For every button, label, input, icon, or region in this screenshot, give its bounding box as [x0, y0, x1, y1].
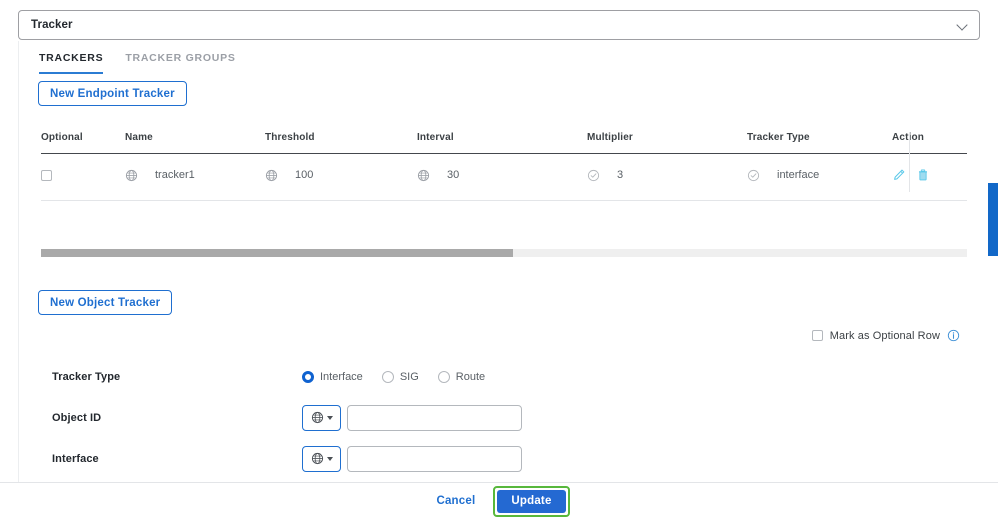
tab-trackers[interactable]: TRACKERS	[39, 52, 104, 74]
radio-route-label: Route	[455, 370, 486, 383]
update-button[interactable]: Update	[497, 489, 566, 513]
chevron-down-icon	[957, 19, 969, 31]
form-row-object-id: Object ID	[19, 397, 980, 438]
tracker-type-label: Tracker Type	[52, 370, 121, 383]
globe-icon	[311, 411, 324, 424]
endpoint-tracker-table: Optional Name Threshold Interval Multipl…	[41, 132, 967, 201]
column-header-name[interactable]: Name	[125, 132, 265, 154]
tracker-configuration-page: Tracker TRACKERS TRACKER GROUPS New Endp…	[0, 0, 998, 519]
new-endpoint-tracker-button[interactable]: New Endpoint Tracker	[38, 81, 187, 106]
pencil-icon[interactable]	[892, 168, 906, 182]
tab-bar: TRACKERS TRACKER GROUPS	[39, 52, 236, 74]
cell-tracker-type-value: interface	[777, 169, 820, 181]
trash-icon[interactable]	[916, 168, 930, 182]
globe-icon	[265, 169, 278, 182]
radio-interface-label: Interface	[320, 370, 363, 383]
radio-sig[interactable]: SIG	[381, 370, 419, 383]
action-column-separator	[909, 132, 910, 192]
column-header-interval[interactable]: Interval	[417, 132, 587, 154]
cell-interval: 30	[417, 154, 587, 201]
column-header-action[interactable]: Action	[892, 132, 967, 154]
cell-tracker-type: interface	[747, 154, 892, 201]
table-header-row: Optional Name Threshold Interval Multipl…	[41, 132, 967, 154]
table-body: tracker1 100 30 3 interface	[41, 154, 967, 201]
tracker-type-select[interactable]: Tracker	[18, 10, 980, 40]
interface-scope-dropdown[interactable]	[302, 445, 341, 472]
cell-interval-value: 30	[447, 169, 460, 181]
endpoint-tracker-table-wrap: Optional Name Threshold Interval Multipl…	[41, 132, 967, 201]
dialog-footer: Cancel Update	[0, 482, 998, 519]
mark-as-optional-row-checkbox[interactable]	[811, 330, 823, 341]
radio-sig-label: SIG	[399, 370, 419, 383]
cell-name-value: tracker1	[155, 169, 195, 181]
globe-icon	[417, 169, 430, 182]
cell-name: tracker1	[125, 154, 265, 201]
cell-multiplier: 3	[587, 154, 747, 201]
update-button-focus-ring: Update	[493, 485, 570, 517]
cell-threshold-value: 100	[295, 169, 314, 181]
radio-route-dot	[437, 370, 450, 383]
cell-optional	[41, 154, 125, 201]
new-object-tracker-wrap: New Object Tracker	[38, 290, 173, 315]
cancel-button[interactable]: Cancel	[428, 489, 483, 513]
interface-input[interactable]	[347, 445, 522, 472]
object-tracker-form: Tracker Type Interface SIG Route Object …	[19, 356, 980, 479]
cell-threshold: 100	[265, 154, 417, 201]
radio-sig-dot	[381, 370, 394, 383]
object-id-scope-dropdown[interactable]	[302, 404, 341, 431]
table-horizontal-scrollbar[interactable]	[41, 249, 967, 257]
globe-icon	[125, 169, 138, 182]
column-header-multiplier[interactable]: Multiplier	[587, 132, 747, 154]
cell-action	[892, 154, 967, 201]
form-row-tracker-type: Tracker Type Interface SIG Route	[19, 356, 980, 397]
radio-route[interactable]: Route	[437, 370, 486, 383]
column-header-threshold[interactable]: Threshold	[265, 132, 417, 154]
info-icon[interactable]	[947, 329, 960, 342]
column-header-optional[interactable]: Optional	[41, 132, 125, 154]
caret-down-icon	[326, 415, 333, 420]
tracker-type-radio-group: Interface SIG Route	[302, 370, 486, 383]
caret-down-icon	[326, 456, 333, 461]
radio-interface[interactable]: Interface	[302, 370, 363, 383]
new-object-tracker-button[interactable]: New Object Tracker	[38, 290, 173, 315]
radio-interface-dot	[302, 370, 314, 383]
check-circle-icon	[747, 169, 760, 182]
page-vertical-scrollbar-thumb[interactable]	[988, 183, 998, 256]
tab-tracker-groups[interactable]: TRACKER GROUPS	[125, 52, 235, 74]
cell-multiplier-value: 3	[617, 169, 624, 181]
column-header-tracker-type[interactable]: Tracker Type	[747, 132, 892, 154]
table-horizontal-scrollbar-thumb[interactable]	[41, 249, 514, 257]
mark-as-optional-row-label: Mark as Optional Row	[829, 329, 940, 342]
globe-icon	[311, 452, 324, 465]
interface-label: Interface	[52, 452, 99, 465]
form-row-interface: Interface	[19, 438, 980, 479]
object-id-input[interactable]	[347, 404, 522, 431]
mark-as-optional-row: Mark as Optional Row	[811, 329, 960, 342]
check-circle-icon	[587, 169, 600, 182]
new-endpoint-tracker-wrap: New Endpoint Tracker	[38, 81, 187, 106]
table-row: tracker1 100 30 3 interface	[41, 154, 967, 201]
table-head: Optional Name Threshold Interval Multipl…	[41, 132, 967, 154]
tracker-type-select-value: Tracker	[31, 19, 73, 31]
tracker-panel: TRACKERS TRACKER GROUPS New Endpoint Tra…	[18, 41, 980, 482]
row-optional-checkbox[interactable]	[41, 169, 52, 181]
object-id-label: Object ID	[52, 411, 102, 424]
